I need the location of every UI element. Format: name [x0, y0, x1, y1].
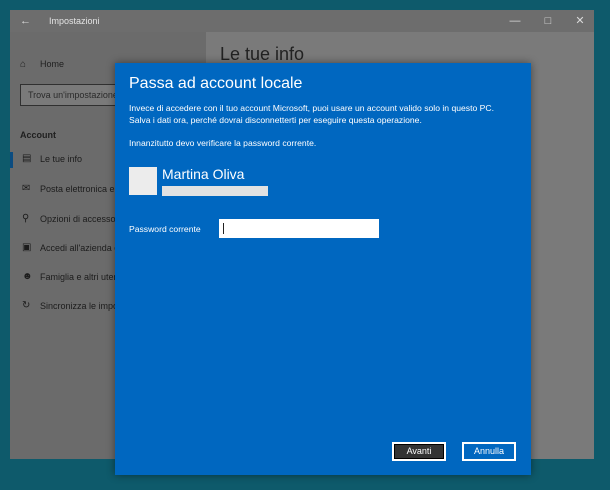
minimize-icon[interactable]: —	[507, 13, 523, 29]
text-caret	[223, 223, 224, 234]
password-label: Password corrente	[129, 224, 201, 234]
close-icon[interactable]: ✕	[572, 13, 588, 29]
section-label-account: Account	[20, 130, 56, 140]
person-card-icon: ▤	[22, 153, 32, 164]
user-name: Martina Oliva	[162, 166, 245, 182]
key-icon: ⚲	[22, 213, 30, 224]
home-icon: ⌂	[20, 59, 27, 70]
window-title: Impostazioni	[49, 16, 100, 26]
local-account-dialog: Passa ad account locale Invece di accede…	[115, 63, 531, 475]
avatar	[129, 167, 157, 195]
password-field[interactable]	[219, 219, 379, 238]
selection-indicator	[10, 152, 13, 168]
user-email-redacted	[162, 186, 268, 196]
back-arrow-icon[interactable]: ←	[20, 15, 32, 27]
verify-note: Innanzitutto devo verificare la password…	[129, 138, 317, 148]
next-button[interactable]: Avanti	[392, 442, 446, 461]
search-placeholder: Trova un'impostazione	[28, 90, 118, 100]
dialog-description: Invece di accedere con il tuo account Mi…	[129, 103, 494, 125]
mail-icon: ✉	[22, 183, 31, 194]
maximize-icon[interactable]: □	[540, 13, 556, 29]
sidebar-home[interactable]: ⌂ Home	[20, 59, 64, 70]
dialog-title: Passa ad account locale	[129, 75, 303, 92]
page-title: Le tue info	[220, 44, 305, 64]
cancel-button[interactable]: Annulla	[462, 442, 516, 461]
family-icon: ☻	[22, 271, 33, 282]
title-bar: ← Impostazioni — □ ✕	[10, 10, 594, 32]
briefcase-icon: ▣	[22, 242, 32, 253]
sync-icon: ↻	[22, 300, 31, 311]
